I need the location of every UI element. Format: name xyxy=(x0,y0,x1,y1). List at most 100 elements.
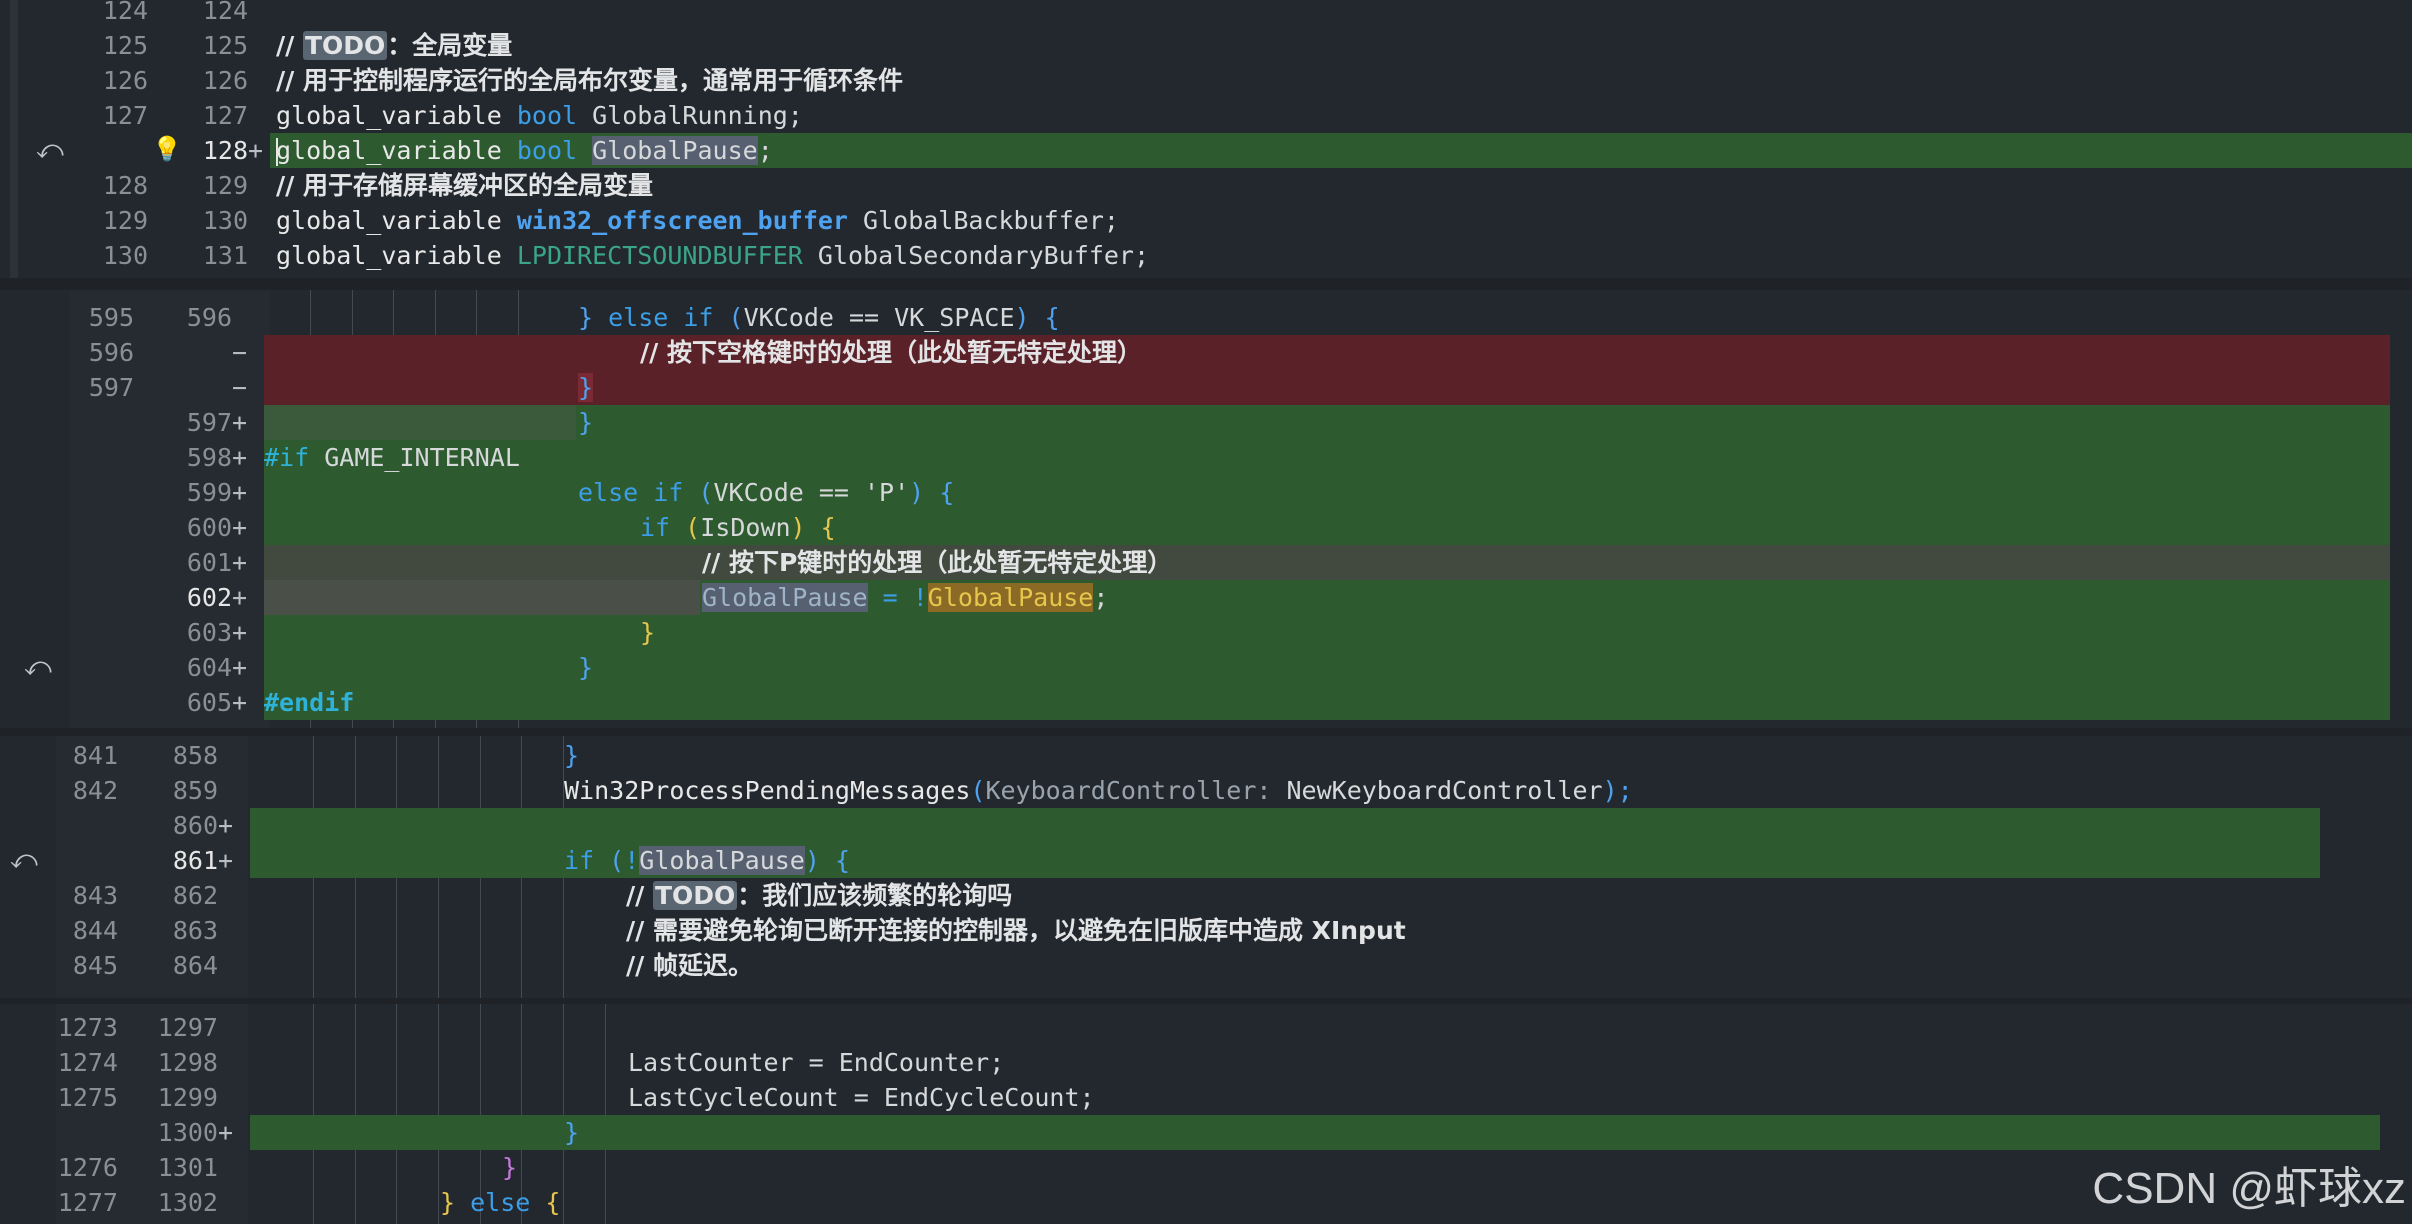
comment-text: ：全局变量 xyxy=(387,31,513,60)
code-text: if (IsDown) { xyxy=(640,510,836,545)
removed-marker: − xyxy=(232,373,248,402)
old-line-number: 596 xyxy=(88,338,134,367)
code-keyword: else if xyxy=(608,303,714,332)
code-text: } xyxy=(564,738,579,773)
diff-line-added: 600 + if (IsDown) { xyxy=(0,510,2412,545)
added-marker: + xyxy=(218,846,234,875)
diff-line-added: 599 + else if (VKCode == 'P') { xyxy=(0,475,2412,510)
new-line-number: 859 xyxy=(172,776,218,805)
added-marker: + xyxy=(248,136,264,165)
new-line-number: 597 xyxy=(186,408,232,437)
code-identifier: GAME_INTERNAL xyxy=(324,443,520,472)
code-keyword: bool xyxy=(516,101,578,130)
new-line-number: 861 xyxy=(172,846,218,875)
code-text: if (!GlobalPause) { xyxy=(564,843,850,878)
added-marker: + xyxy=(232,513,248,542)
code-text: } xyxy=(578,650,593,685)
code-keyword: if xyxy=(640,513,671,542)
old-line-number: 1274 xyxy=(57,1048,118,1077)
old-line-number: 844 xyxy=(72,916,118,945)
diff-line: 128 129 // 用于存储屏幕缓冲区的全局变量 xyxy=(0,168,2412,203)
code-text: #endif xyxy=(264,685,354,720)
revert-change-icon[interactable]: ⤺ xyxy=(10,845,38,876)
new-line-number: 596 xyxy=(186,303,232,332)
diff-line: 845 864 // 帧延迟。 xyxy=(0,948,2412,983)
code-text: } xyxy=(502,1150,517,1185)
code-comment: // 按下空格键时的处理（此处暂无特定处理） xyxy=(640,338,1142,367)
code-punct: ( xyxy=(685,513,701,542)
added-marker: + xyxy=(232,618,248,647)
revert-change-icon[interactable]: ⤺ xyxy=(24,652,52,683)
old-line-number: 124 xyxy=(102,0,148,25)
code-punct: { xyxy=(835,846,851,875)
code-identifier: GlobalBackbuffer; xyxy=(863,206,1119,235)
new-line-number: 601 xyxy=(186,548,232,577)
diff-line: 843 862 // TODO：我们应该频繁的轮询吗 xyxy=(0,878,2412,913)
old-line-number: 127 xyxy=(102,101,148,130)
code-punct: ( xyxy=(609,846,625,875)
code-punct: } xyxy=(578,653,594,682)
added-line-highlight xyxy=(264,580,700,615)
code-punct: ) xyxy=(1014,303,1030,332)
watermark: CSDN @虾球xz xyxy=(2092,1164,2406,1213)
removed-marker: − xyxy=(232,338,248,367)
code-identifier: IsDown xyxy=(700,513,791,542)
diff-line: 124 124 xyxy=(0,0,2412,28)
code-text: } xyxy=(578,370,594,405)
new-line-number: 599 xyxy=(186,478,232,507)
code-text: GlobalPause = !GlobalPause; xyxy=(702,580,1108,615)
code-punct: ) xyxy=(790,513,806,542)
old-line-number: 1273 xyxy=(57,1013,118,1042)
diff-hunk-frame-end: 1273 1297 1274 1298 LastCounter = EndCou… xyxy=(0,1004,2412,1224)
diff-line-added: 597 + } xyxy=(0,405,2412,440)
code-comment: // TODO：我们应该频繁的轮询吗 xyxy=(626,881,1013,910)
new-line-number: 126 xyxy=(202,66,248,95)
code-punct: { xyxy=(1044,303,1060,332)
revert-change-icon[interactable]: ⤺ xyxy=(36,135,64,166)
diff-line: 1277 1302 } else { xyxy=(0,1185,2412,1220)
old-line-number: 128 xyxy=(102,171,148,200)
new-line-number: 1302 xyxy=(157,1188,218,1217)
code-expr: VKCode == 'P' xyxy=(713,478,910,507)
added-line-background xyxy=(250,808,2320,843)
code-punct: ; xyxy=(1093,583,1109,612)
code-punct: { xyxy=(820,513,836,542)
old-line-number: 841 xyxy=(72,741,118,770)
code-text: global_variable LPDIRECTSOUNDBUFFER Glob… xyxy=(276,238,1149,273)
code-text: LastCounter = EndCounter; xyxy=(628,1048,1005,1077)
diff-line-removed: 597 − } xyxy=(0,370,2412,405)
diff-hunk-globals: 124 124 125 125 // TODO：全局变量 126 126 // … xyxy=(0,0,2412,278)
added-line-background xyxy=(250,843,2320,878)
code-text: LastCycleCount = EndCycleCount; xyxy=(628,1083,1095,1112)
new-line-number: 864 xyxy=(172,951,218,980)
new-line-number: 602 xyxy=(186,583,232,612)
new-line-number: 128 xyxy=(202,136,248,165)
code-comment: // 用于存储屏幕缓冲区的全局变量 xyxy=(276,171,653,200)
code-punct: ; xyxy=(757,136,773,165)
added-marker: + xyxy=(218,811,234,840)
todo-tag: TODO xyxy=(652,881,738,910)
diff-line-added: ⤺ 604 + } xyxy=(0,650,2412,685)
code-text: } xyxy=(640,615,655,650)
code-token: global_variable xyxy=(276,206,502,235)
code-text: Win32ProcessPendingMessages(KeyboardCont… xyxy=(564,773,1633,808)
new-line-number: 598 xyxy=(186,443,232,472)
code-punct: ); xyxy=(1602,776,1633,805)
code-comment: // 用于控制程序运行的全局布尔变量，通常用于循环条件 xyxy=(276,66,903,95)
diff-line: 595 596 } else if (VKCode == VK_SPACE) { xyxy=(0,300,2412,335)
code-punct: ) xyxy=(909,478,925,507)
code-operator: = ! xyxy=(867,583,928,612)
diff-line-added: 1300 + } xyxy=(0,1115,2412,1150)
lightbulb-icon[interactable]: 💡 xyxy=(152,135,182,163)
added-line-background xyxy=(264,685,2390,720)
code-punct: } xyxy=(440,1188,456,1217)
new-line-number: 863 xyxy=(172,916,218,945)
diff-line: 1274 1298 LastCounter = EndCounter; xyxy=(0,1045,2412,1080)
diff-line: 842 859 Win32ProcessPendingMessages(Keyb… xyxy=(0,773,2412,808)
old-line-number: 845 xyxy=(72,951,118,980)
code-punct: } xyxy=(640,618,656,647)
diff-line-added: 601 + // 按下P键时的处理（此处暂无特定处理） xyxy=(0,545,2412,580)
old-line-number: 597 xyxy=(88,373,134,402)
new-line-number: 125 xyxy=(202,31,248,60)
code-identifier: GlobalRunning; xyxy=(592,101,803,130)
